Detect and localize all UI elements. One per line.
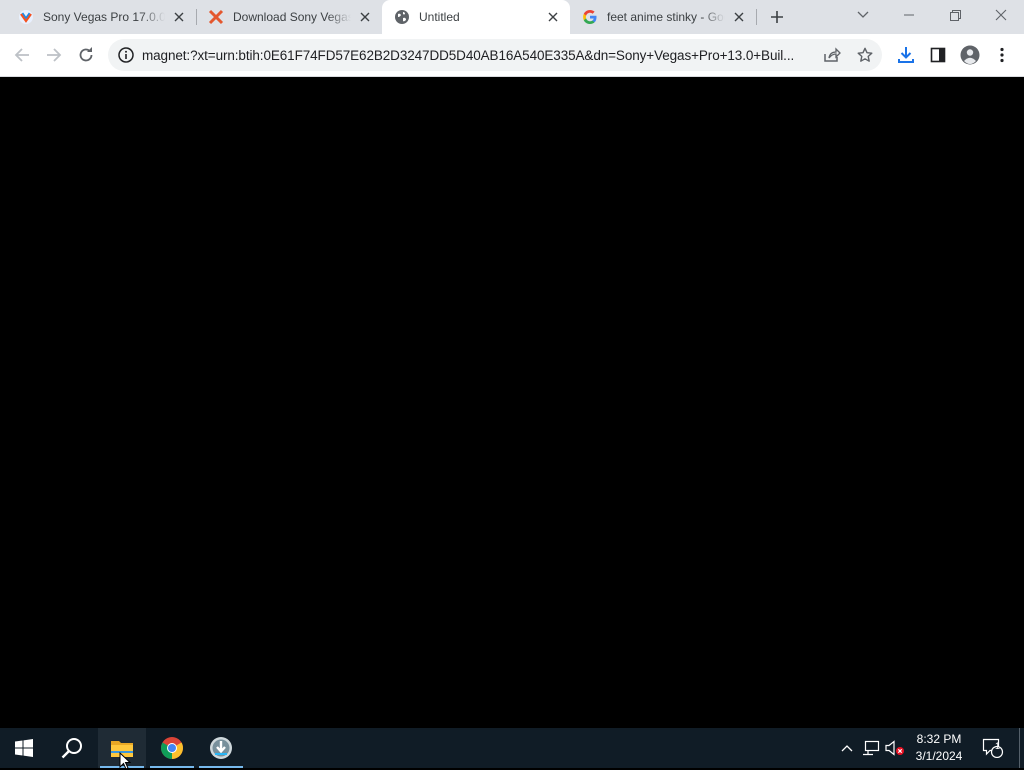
menu-button[interactable] — [987, 40, 1017, 70]
tab-divider — [756, 9, 757, 25]
clock-date: 3/1/2024 — [915, 749, 963, 763]
arrow-left-icon — [14, 48, 29, 62]
minimize-icon — [904, 14, 914, 16]
google-icon — [582, 9, 598, 25]
globe-icon — [394, 9, 410, 25]
arrow-right-icon — [47, 48, 62, 62]
bookmark-star-icon[interactable] — [853, 44, 877, 66]
show-hidden-icons-button[interactable] — [836, 728, 858, 768]
profile-avatar-icon — [960, 45, 980, 65]
show-desktop-button[interactable] — [1019, 728, 1020, 768]
uget-icon — [210, 737, 232, 759]
start-icon — [15, 739, 33, 757]
back-button[interactable] — [7, 40, 37, 70]
tab-title: Sony Vegas Pro 17.0.0 — [43, 10, 165, 24]
close-tab-icon[interactable] — [357, 9, 373, 25]
tab-title: feet anime stinky - Google Search — [607, 10, 725, 24]
close-tab-icon[interactable] — [545, 9, 561, 25]
side-panel-icon — [930, 47, 946, 63]
tab-sony-vegas-pro[interactable]: Sony Vegas Pro 17.0.0 — [0, 0, 196, 34]
tab-google-search[interactable]: feet anime stinky - Google Search — [570, 0, 756, 34]
action-center-button[interactable]: 1 — [980, 728, 1006, 768]
chevron-up-icon — [841, 745, 853, 752]
forward-button[interactable] — [39, 40, 69, 70]
volume-muted-icon — [885, 740, 904, 756]
kebab-menu-icon — [1000, 47, 1004, 63]
network-icon — [863, 740, 880, 756]
notification-icon — [982, 738, 1004, 758]
close-window-button[interactable] — [978, 0, 1024, 30]
minimize-button[interactable] — [886, 0, 932, 30]
address-bar[interactable]: magnet:?xt=urn:btih:0E61F74FD57E62B2D324… — [108, 39, 882, 71]
restore-icon — [949, 9, 961, 21]
notification-count-badge: 1 — [995, 741, 1001, 751]
download-icon — [898, 47, 914, 63]
new-tab-button[interactable] — [765, 5, 789, 29]
volume-button[interactable] — [884, 728, 906, 768]
search-button[interactable] — [48, 728, 96, 768]
clock-time: 8:32 PM — [916, 732, 962, 746]
vegas-favicon-icon — [18, 9, 34, 25]
tab-strip: Sony Vegas Pro 17.0.0 Download Sony Vega… — [0, 0, 1024, 34]
share-icon[interactable] — [820, 44, 844, 66]
browser-toolbar: magnet:?xt=urn:btih:0E61F74FD57E62B2D324… — [0, 34, 1024, 77]
tab-download-sony-vegas[interactable]: Download Sony Vegas — [196, 0, 382, 34]
plus-icon — [771, 11, 783, 23]
chrome-icon — [161, 737, 183, 759]
search-icon — [61, 738, 82, 759]
taskbar-chrome[interactable] — [148, 728, 196, 768]
restore-button[interactable] — [932, 0, 978, 30]
profile-button[interactable] — [955, 40, 985, 70]
system-clock[interactable]: 8:32 PM 3/1/2024 — [906, 731, 972, 765]
windows-taskbar: 8:32 PM 3/1/2024 1 — [0, 728, 1024, 768]
downloads-button[interactable] — [891, 40, 921, 70]
close-tab-icon[interactable] — [731, 9, 747, 25]
reload-button[interactable] — [71, 40, 101, 70]
close-tab-icon[interactable] — [171, 9, 187, 25]
info-icon[interactable] — [118, 47, 134, 63]
x-site-favicon-icon — [208, 9, 224, 25]
taskbar-uget[interactable] — [197, 728, 245, 768]
tab-untitled[interactable]: Untitled — [382, 0, 570, 34]
mouse-cursor-icon — [119, 752, 131, 770]
page-viewport[interactable] — [0, 77, 1024, 728]
start-button[interactable] — [0, 728, 48, 768]
close-icon — [995, 9, 1007, 21]
tab-title: Untitled — [419, 10, 460, 24]
reload-icon — [79, 47, 93, 62]
url-text[interactable]: magnet:?xt=urn:btih:0E61F74FD57E62B2D324… — [142, 48, 814, 63]
side-panel-button[interactable] — [923, 40, 953, 70]
tab-title: Download Sony Vegas — [233, 10, 351, 24]
network-button[interactable] — [860, 728, 882, 768]
chevron-down-icon — [857, 11, 869, 18]
tab-search-button[interactable] — [840, 0, 886, 30]
